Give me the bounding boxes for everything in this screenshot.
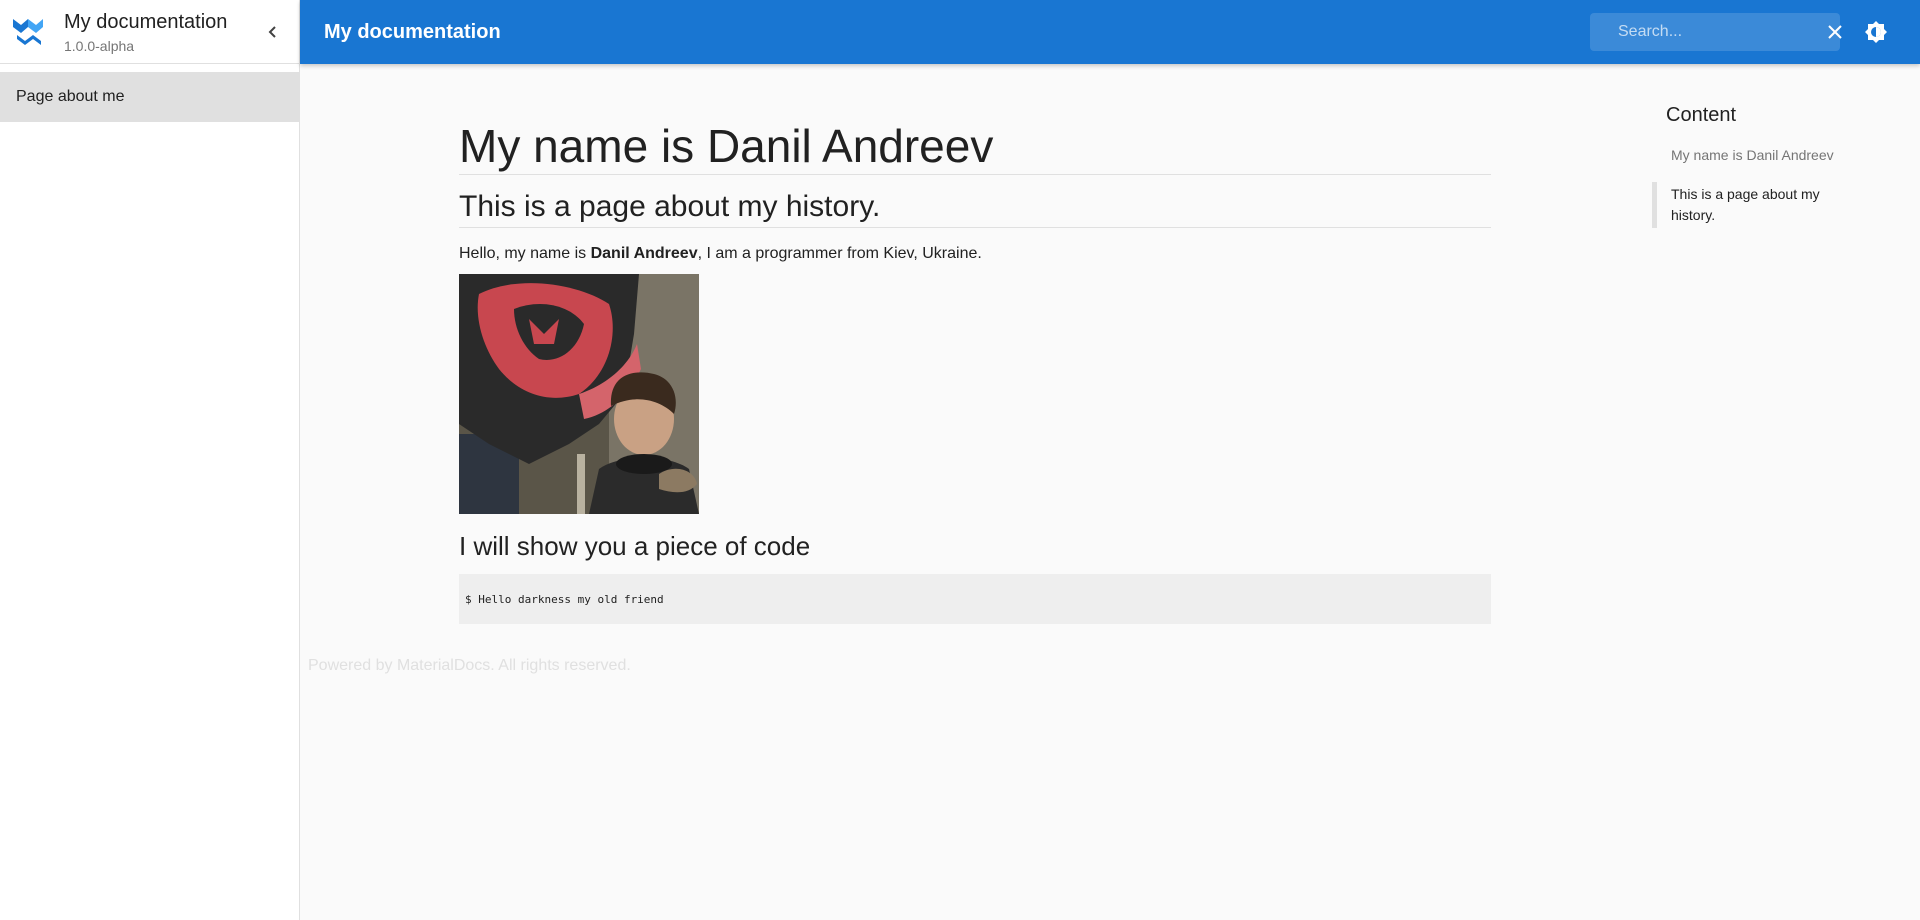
search-box [1590, 13, 1843, 51]
intro-suffix: , I am a programmer from Kiev, Ukraine. [697, 245, 982, 262]
chevron-left-icon [268, 25, 276, 38]
collapse-sidebar-button[interactable] [257, 16, 289, 48]
brightness-icon [1865, 21, 1887, 43]
toc-item-history[interactable]: This is a page about my history. [1652, 182, 1852, 228]
theme-toggle-button[interactable] [1860, 16, 1892, 48]
toc-item-name[interactable]: My name is Danil Andreev [1652, 143, 1892, 168]
sidebar-item-page-about-me[interactable]: Page about me [0, 72, 299, 122]
search-input[interactable] [1616, 22, 1827, 42]
intro-paragraph: Hello, my name is Danil Andreev, I am a … [459, 244, 1491, 264]
brand: My documentation 1.0.0-alpha [64, 10, 257, 54]
sidebar-nav: Page about me [0, 72, 299, 122]
sidebar-header: My documentation 1.0.0-alpha [0, 0, 299, 64]
materialdocs-logo-icon[interactable] [10, 14, 46, 50]
table-of-contents: Content My name is Danil Andreev This is… [1652, 104, 1892, 228]
heading-code: I will show you a piece of code [459, 531, 811, 561]
code-block: $ Hello darkness my old friend [459, 574, 1491, 624]
brand-title: My documentation [64, 10, 228, 33]
main-content: My name is Danil Andreev This is a page … [459, 120, 1491, 624]
close-icon [1828, 25, 1842, 39]
intro-bold-name: Danil Andreev [590, 245, 698, 262]
toc-title: Content [1666, 104, 1737, 126]
clear-search-button[interactable] [1827, 24, 1843, 40]
heading-history: This is a page about my history. [459, 189, 1491, 228]
top-app-bar: My documentation [300, 0, 1920, 64]
page-title: My documentation [324, 20, 501, 43]
profile-photo [459, 274, 699, 514]
intro-prefix: Hello, my name is [459, 245, 591, 262]
heading-name: My name is Danil Andreev [459, 120, 1491, 175]
version-label: 1.0.0-alpha [64, 37, 135, 54]
footer-text: Powered by MaterialDocs. All rights rese… [308, 657, 631, 674]
sidebar: My documentation 1.0.0-alpha Page about … [0, 0, 300, 920]
